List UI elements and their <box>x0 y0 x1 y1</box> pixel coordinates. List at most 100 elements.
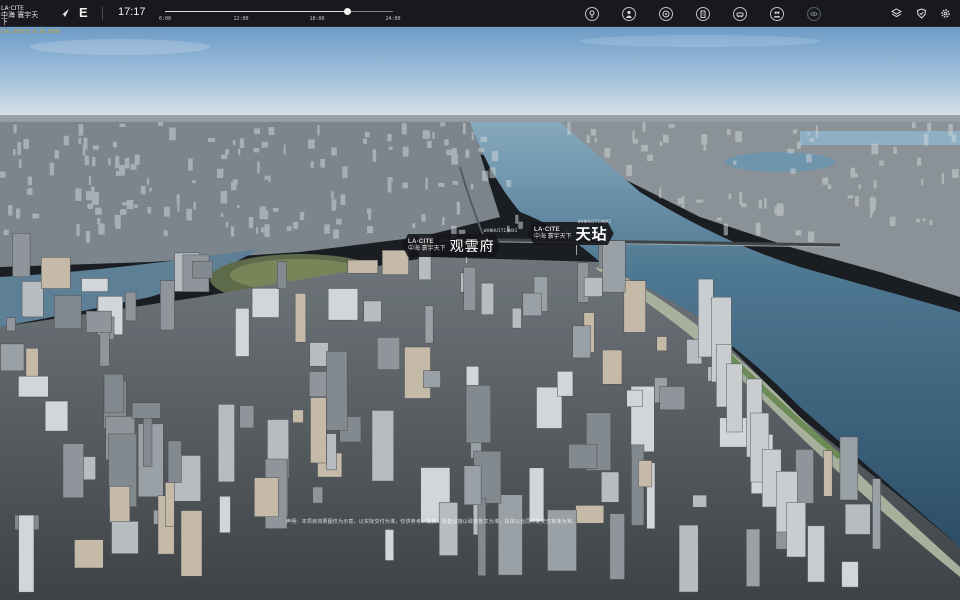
location-icon[interactable] <box>585 7 599 21</box>
car-icon[interactable] <box>733 7 747 21</box>
far-building <box>809 138 814 142</box>
city-3d-view[interactable]: LA·CITE 中海 寰宇天下 观雲府 WANHUITIANXI LA·CITE… <box>0 27 960 600</box>
tower <box>62 443 84 498</box>
riverside-tower <box>807 525 825 583</box>
compass-arrow-icon[interactable] <box>58 8 70 18</box>
time-slider[interactable]: 6:00 12:00 18:00 24:00 <box>159 4 402 24</box>
far-building <box>256 227 259 234</box>
far-building <box>594 137 597 143</box>
far-building <box>16 208 21 219</box>
far-building <box>446 149 453 156</box>
far-building <box>372 149 377 162</box>
tower <box>602 349 623 385</box>
tower <box>692 494 707 508</box>
person-icon[interactable] <box>622 7 636 21</box>
far-building <box>324 224 330 234</box>
tower <box>239 405 255 429</box>
tower <box>81 278 109 292</box>
shield-icon[interactable] <box>916 8 927 19</box>
far-building <box>567 122 571 135</box>
far-building <box>515 214 519 224</box>
far-building <box>286 226 292 231</box>
far-building <box>49 162 54 176</box>
far-building <box>480 136 488 143</box>
far-building <box>451 154 459 165</box>
far-building <box>423 131 431 138</box>
far-building <box>412 223 416 229</box>
far-building <box>873 180 877 189</box>
building-icon[interactable] <box>696 7 710 21</box>
project-label-guanyunfu[interactable]: LA·CITE 中海 寰宇天下 观雲府 <box>402 234 501 257</box>
far-building <box>149 187 152 192</box>
far-building <box>140 185 146 195</box>
far-building <box>387 177 393 182</box>
far-building <box>854 173 858 178</box>
far-building <box>792 129 797 134</box>
tower <box>678 524 699 593</box>
tower <box>309 342 329 367</box>
far-building <box>248 217 254 229</box>
far-building <box>716 217 722 221</box>
far-building <box>363 138 367 144</box>
tower <box>85 310 112 333</box>
far-building <box>807 132 811 136</box>
tower <box>327 288 359 321</box>
label-pin <box>466 257 467 263</box>
layers-icon[interactable] <box>891 8 902 19</box>
eye-icon[interactable] <box>807 7 821 21</box>
slider-handle[interactable] <box>344 8 352 15</box>
people-icon[interactable] <box>770 7 784 21</box>
far-building <box>911 122 916 129</box>
far-building <box>95 207 102 215</box>
far-building <box>458 229 466 234</box>
far-building <box>733 160 737 165</box>
far-building <box>26 188 30 195</box>
far-building <box>668 124 675 128</box>
far-building <box>257 161 260 174</box>
tower <box>465 384 491 444</box>
far-building <box>169 127 176 141</box>
tower <box>382 250 409 275</box>
far-building <box>261 141 268 148</box>
far-building <box>87 203 94 209</box>
tower <box>44 400 69 432</box>
far-building <box>261 227 266 233</box>
tower <box>164 482 175 527</box>
far-building <box>239 138 245 148</box>
far-building <box>822 177 829 185</box>
far-building <box>283 144 286 155</box>
tower <box>254 477 279 517</box>
project-label-tianzhan[interactable]: LA·CITE 中海 寰宇天下 天玷 <box>528 222 614 245</box>
far-building <box>230 226 235 237</box>
far-building <box>120 209 127 215</box>
far-building <box>915 218 921 223</box>
tower <box>497 494 523 576</box>
far-building <box>88 176 92 186</box>
far-building <box>929 220 933 226</box>
top-toolbar: LA·CITE 中海 寰宇天下 E 17:17 6:00 12:00 18:00… <box>0 0 960 27</box>
disclaimer-text: 声明：本项目效果图仅为示意，以实际交付为准，仅供参考，交房、配套设施以政府批文为… <box>286 519 578 525</box>
tower <box>312 486 323 504</box>
tower <box>377 337 400 370</box>
tower <box>18 514 35 593</box>
tower <box>347 259 378 274</box>
compass-target-icon[interactable] <box>659 7 673 21</box>
tower <box>424 305 434 344</box>
far-building <box>871 143 879 155</box>
far-building <box>331 199 337 211</box>
far-building <box>225 221 229 228</box>
far-building <box>232 140 236 145</box>
tower <box>602 240 626 293</box>
far-building <box>118 164 126 176</box>
far-building <box>444 139 449 146</box>
gear-icon[interactable] <box>940 8 951 19</box>
tower <box>583 277 603 297</box>
far-building <box>134 154 140 165</box>
tower <box>623 280 646 333</box>
tower <box>511 307 522 329</box>
tower <box>609 513 625 580</box>
far-building <box>437 182 445 187</box>
tower <box>111 521 139 554</box>
far-building <box>462 123 466 135</box>
far-building <box>17 142 21 156</box>
